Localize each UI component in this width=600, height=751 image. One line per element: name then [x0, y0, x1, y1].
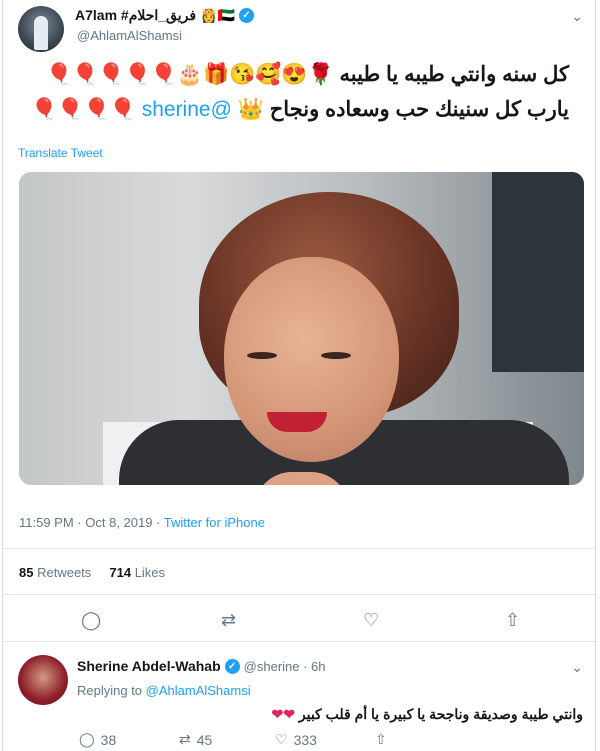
- translate-tweet-link[interactable]: Translate Tweet: [18, 146, 103, 160]
- engagement-stats: 85 Retweets 714 Likes: [19, 565, 165, 580]
- retweets-label: Retweets: [37, 565, 92, 580]
- likes-count: 714: [109, 565, 132, 580]
- tweet-text-line-1: كل سنه وانتي طيبه يا طيبه 🌹😍🥰😘🎁🎂🎈🎈🎈🎈🎈: [46, 63, 569, 86]
- retweet-icon: ⇄: [179, 731, 191, 747]
- chevron-down-icon[interactable]: ⌄: [571, 8, 583, 25]
- tweet-source[interactable]: Twitter for iPhone: [164, 515, 265, 530]
- retweet-count: 45: [196, 731, 213, 748]
- main-tweet[interactable]: A7lam #فريق_احلام 👸🇦🇪 ✓ @AhlamAlShamsi ⌄…: [3, 0, 597, 642]
- reply-count: 38: [100, 731, 117, 748]
- tweet-text-line-2: يارب كل سنينك حب وسعاده ونجاح 👑 @sherine…: [31, 97, 569, 122]
- tweet-meta: 11:59 PM · Oct 8, 2019 · Twitter for iPh…: [19, 515, 265, 530]
- reply-name-row[interactable]: Sherine Abdel-Wahab ✓ @sherine · 6h: [77, 658, 326, 674]
- balloons: 🎈🎈🎈🎈: [31, 98, 136, 121]
- retweet-icon[interactable]: ⇄: [221, 610, 236, 631]
- share-icon[interactable]: ⇧: [505, 610, 520, 631]
- reply-text-body: وانتي طيبة وصديقة وناجحة يا كبيرة يا أم …: [298, 706, 583, 722]
- author-flags: 👸🇦🇪: [200, 7, 235, 23]
- reply-action[interactable]: ◯ 38: [79, 731, 116, 748]
- author-display-name[interactable]: A7lam #فريق_احلام: [75, 7, 196, 24]
- reply-handle[interactable]: @sherine · 6h: [244, 659, 326, 674]
- likes-stat[interactable]: 714 Likes: [109, 565, 165, 580]
- divider: [3, 548, 597, 549]
- mention-link[interactable]: @sherine: [142, 98, 232, 121]
- author-avatar[interactable]: [18, 6, 64, 52]
- like-count: 333: [293, 731, 317, 748]
- retweet-action[interactable]: ⇄ 45: [179, 731, 212, 748]
- replying-to-link[interactable]: @AhlamAlShamsi: [146, 683, 251, 698]
- replying-prefix: Replying to: [77, 683, 146, 698]
- reply-icon: ◯: [79, 731, 95, 747]
- like-icon: ♡: [275, 731, 288, 747]
- reply-author-avatar[interactable]: [18, 655, 68, 705]
- reply-display-name[interactable]: Sherine Abdel-Wahab: [77, 658, 221, 674]
- like-icon[interactable]: ♡: [363, 610, 379, 631]
- author-name-row[interactable]: A7lam #فريق_احلام 👸🇦🇪 ✓: [75, 7, 254, 24]
- tweet-text-part: يارب كل سنينك حب وسعاده ونجاح 👑: [237, 98, 569, 121]
- verified-icon: ✓: [238, 8, 254, 23]
- retweets-stat[interactable]: 85 Retweets: [19, 565, 91, 580]
- share-icon: ⇧: [375, 731, 387, 747]
- divider: [3, 594, 597, 595]
- hearts: ❤❤: [271, 706, 295, 722]
- reply-icon[interactable]: ◯: [81, 610, 101, 631]
- verified-icon: ✓: [224, 658, 240, 674]
- likes-label: Likes: [134, 565, 166, 580]
- author-handle[interactable]: @AhlamAlShamsi: [77, 28, 182, 43]
- retweets-count: 85: [19, 565, 34, 580]
- reply-text: وانتي طيبة وصديقة وناجحة يا كبيرة يا أم …: [272, 706, 583, 723]
- tweet-timestamp[interactable]: 11:59 PM · Oct 8, 2019 ·: [19, 515, 164, 530]
- timeline-column: A7lam #فريق_احلام 👸🇦🇪 ✓ @AhlamAlShamsi ⌄…: [2, 0, 597, 751]
- chevron-down-icon[interactable]: ⌄: [571, 659, 583, 676]
- replying-to: Replying to @AhlamAlShamsi: [77, 683, 251, 698]
- share-action[interactable]: ⇧: [375, 731, 387, 748]
- tweet-photo[interactable]: [19, 172, 584, 485]
- reply-tweet[interactable]: Sherine Abdel-Wahab ✓ @sherine · 6h ⌄ Re…: [3, 643, 597, 751]
- like-action[interactable]: ♡ 333: [275, 731, 317, 748]
